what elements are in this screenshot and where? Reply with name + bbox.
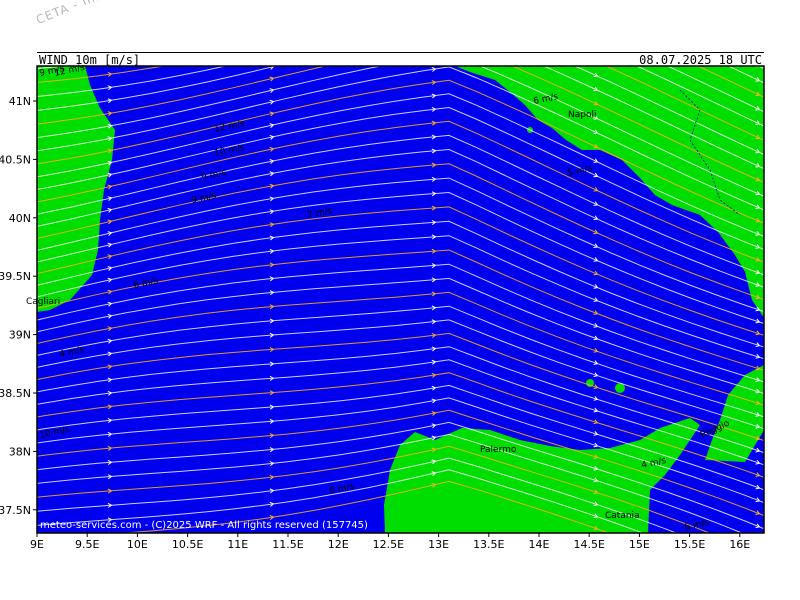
streamline-arrow xyxy=(756,49,760,53)
streamline-arrow xyxy=(432,55,436,59)
streamline-arrow xyxy=(108,18,112,22)
streamline-arrow xyxy=(594,45,598,49)
lon-tick-label: 13.5E xyxy=(473,538,504,551)
streamline-arrow xyxy=(270,30,274,34)
lat-tick-label: 38N xyxy=(9,445,31,458)
lat-tick-label: 39N xyxy=(9,329,31,342)
lon-tick-label: 10.5E xyxy=(172,538,203,551)
lon-tick-label: 9.5E xyxy=(75,538,99,551)
credit-text: meteo-services.com - (C)2025 WRF - All r… xyxy=(40,520,368,531)
lon-tick-label: 11.5E xyxy=(272,538,303,551)
streamline-arrow xyxy=(270,42,274,46)
streamline-arrow xyxy=(756,6,760,10)
city-napoli: Napoli xyxy=(568,110,596,120)
streamline-arrow xyxy=(432,29,436,33)
streamline-arrow xyxy=(108,45,112,49)
lon-tick-label: 12E xyxy=(328,538,349,551)
streamline-arrow xyxy=(432,17,436,21)
lon-tick-label: 14E xyxy=(529,538,550,551)
streamline xyxy=(17,0,800,70)
lon-tick-label: 12.5E xyxy=(373,538,404,551)
lon-tick-label: 13E xyxy=(428,538,449,551)
streamline-arrow xyxy=(108,4,112,8)
streamline-arrow xyxy=(594,5,598,9)
lat-tick-label: 39.5N xyxy=(0,270,31,283)
streamline-arrow xyxy=(594,18,598,22)
lat-tick-label: 40N xyxy=(9,212,31,225)
streamline-arrow xyxy=(756,537,760,541)
streamline-arrow xyxy=(108,32,112,36)
city-palermo: Palermo xyxy=(480,445,517,455)
streamline-arrow xyxy=(756,578,760,582)
streamline-arrow xyxy=(756,564,760,568)
lat-tick-label: 41N xyxy=(9,95,31,108)
lat-tick-label: 38.5N xyxy=(0,387,31,400)
lon-tick-label: 14.5E xyxy=(573,538,604,551)
streamline-arrow xyxy=(432,5,436,9)
streamline-arrow xyxy=(108,59,112,63)
streamline xyxy=(17,0,800,12)
streamline-arrow xyxy=(270,6,274,10)
lon-tick-label: 9E xyxy=(30,538,44,551)
streamline-arrow xyxy=(594,59,598,63)
longitude-axis: 9E 9.5E 10E 10.5E 11E 11.5E 12E 12.5E 13E 13.5E 14… xyxy=(30,533,750,551)
lat-tick-label: 40.5N xyxy=(0,153,31,166)
streamline-arrow xyxy=(270,54,274,58)
streamline-arrow xyxy=(756,592,760,596)
streamline xyxy=(17,0,800,27)
lon-tick-label: 15E xyxy=(629,538,650,551)
lat-tick-label: 37.5N xyxy=(0,504,31,517)
streamline-arrow xyxy=(756,550,760,554)
streamline-arrow xyxy=(756,20,760,24)
lon-tick-label: 15.5E xyxy=(674,538,705,551)
streamline-arrow xyxy=(432,42,436,46)
city-catania: Catania xyxy=(605,511,640,521)
streamline xyxy=(17,0,800,41)
streamline-arrow xyxy=(756,34,760,38)
streamline-arrow xyxy=(270,18,274,22)
lon-tick-label: 11E xyxy=(227,538,248,551)
lon-tick-label: 10E xyxy=(127,538,148,551)
city-cagliari: Cagliari xyxy=(26,297,60,307)
wind-map: 41N 40.5N 40N 39.5N 39N 38.5N 38N 37.5N 9E 9.5E 1… xyxy=(0,0,800,596)
streamline-arrow xyxy=(594,31,598,35)
streamline xyxy=(17,0,800,55)
lon-tick-label: 16E xyxy=(729,538,750,551)
